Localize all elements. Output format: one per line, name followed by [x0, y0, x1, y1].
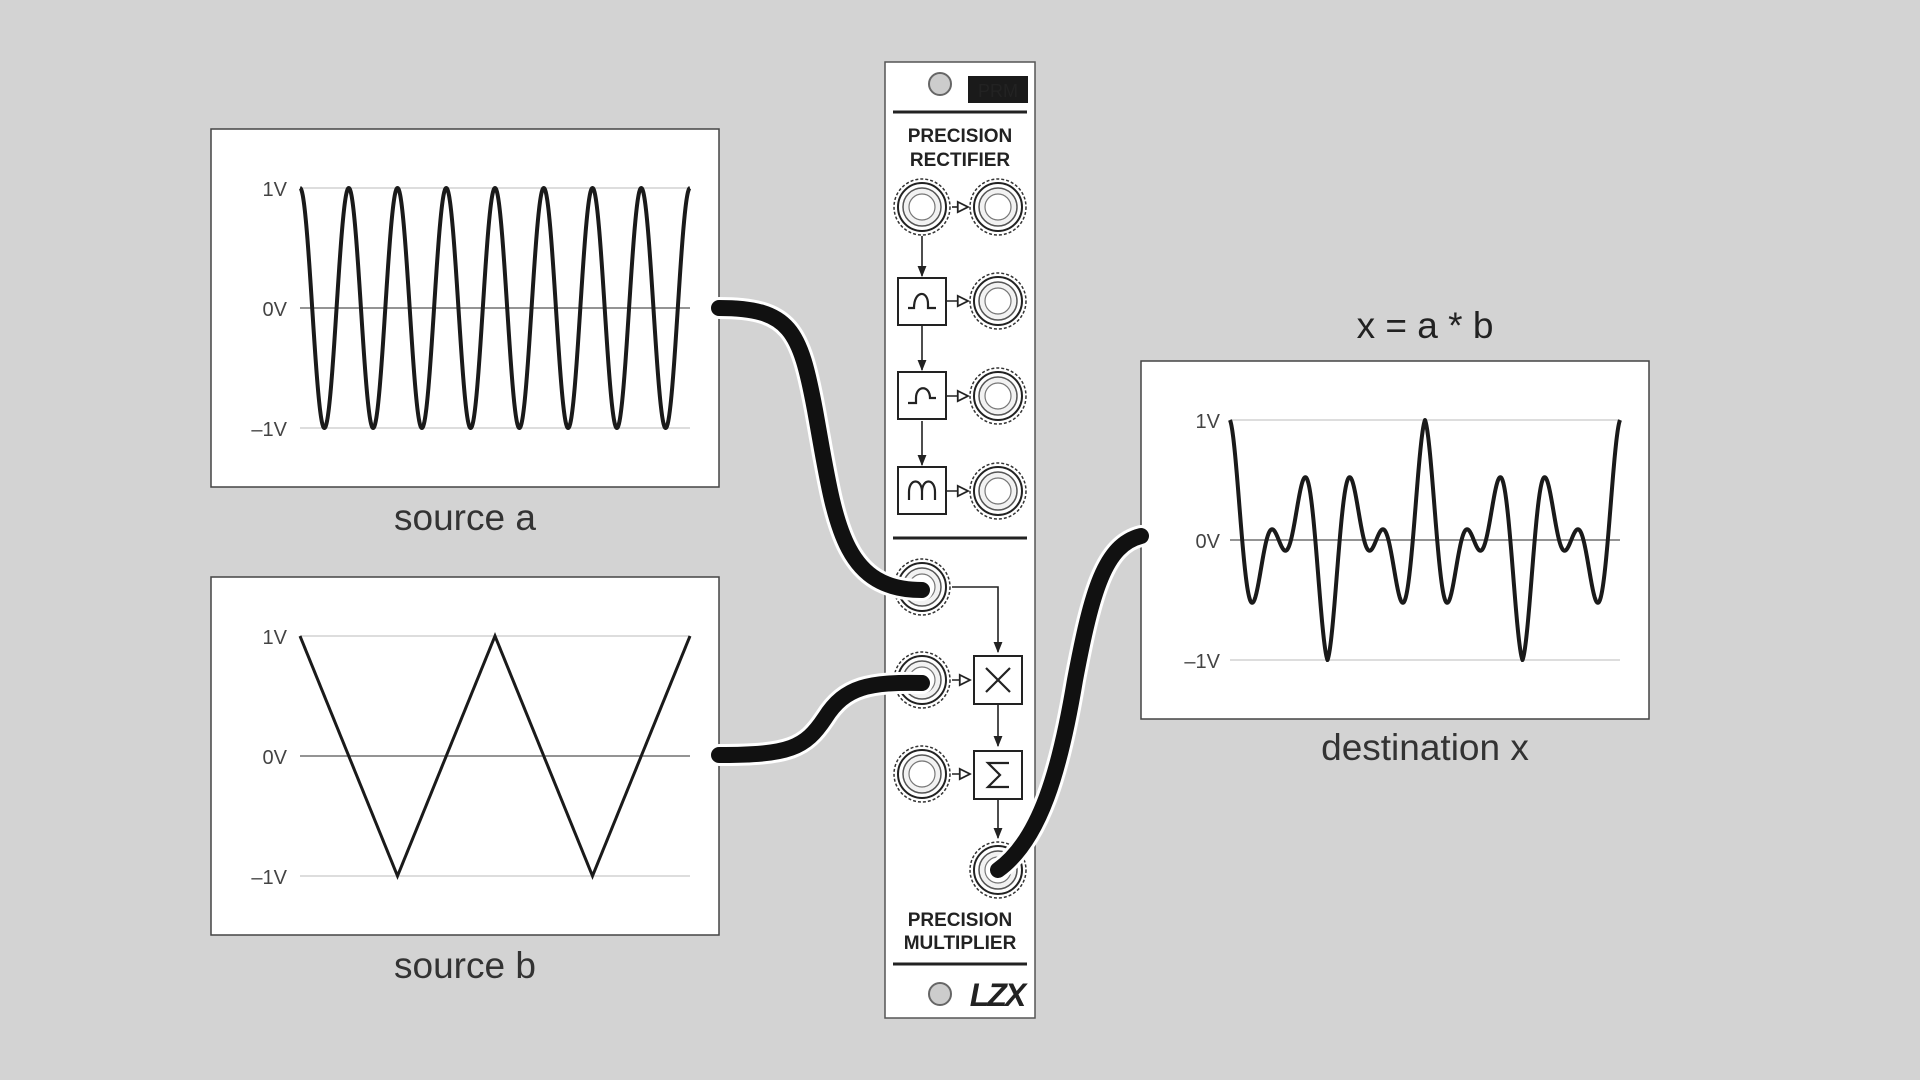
jack-sum-input[interactable]	[893, 745, 951, 803]
tick-label-0v: 0V	[263, 747, 288, 769]
lzx-logo: LZX	[970, 977, 1030, 1013]
jack-half-wave-negative-output[interactable]	[969, 367, 1027, 425]
sigma-icon	[973, 750, 1023, 800]
jack-half-wave-positive-output[interactable]	[969, 272, 1027, 330]
multiply-icon	[973, 655, 1023, 705]
scope-source-a: 1V 0V –1V	[210, 128, 720, 488]
module-badge-text: PRM	[978, 81, 1018, 101]
scope-source-b: 1V 0V –1V	[210, 576, 720, 936]
caption-destination-x: destination x	[1321, 727, 1529, 768]
screw-bottom	[928, 982, 952, 1006]
half-wave-positive-icon	[897, 277, 947, 326]
multiplier-title-line-1: PRECISION	[908, 910, 1013, 931]
jack-rectifier-input[interactable]	[893, 178, 951, 236]
tick-label-1v: 1V	[1196, 411, 1221, 433]
tick-label-minus-1v: –1V	[251, 419, 287, 441]
screw-top	[928, 72, 952, 96]
tick-label-0v: 0V	[1196, 531, 1221, 553]
rectifier-title-line-1: PRECISION	[908, 126, 1013, 147]
tick-label-minus-1v: –1V	[251, 867, 287, 889]
caption-source-b: source b	[394, 945, 536, 986]
tick-label-minus-1v: –1V	[1184, 651, 1220, 673]
formula-label: x = a * b	[1357, 305, 1494, 346]
patch-diagram: 1V 0V –1V source a 1V 0V –1V source b x …	[210, 61, 1650, 1019]
jack-full-wave-output[interactable]	[969, 462, 1027, 520]
multiplier-title-line-2: MULTIPLIER	[904, 933, 1017, 954]
svg-text:LZX: LZX	[970, 977, 1028, 1013]
rectifier-title-line-2: RECTIFIER	[910, 150, 1011, 171]
tick-label-0v: 0V	[263, 299, 288, 321]
scope-destination-x: 1V 0V –1V	[1140, 360, 1650, 720]
jack-rectifier-output[interactable]	[969, 178, 1027, 236]
tick-label-1v: 1V	[263, 179, 288, 201]
half-wave-negative-icon	[897, 371, 947, 420]
caption-source-a: source a	[394, 497, 536, 538]
tick-label-1v: 1V	[263, 627, 288, 649]
full-wave-icon	[897, 466, 947, 515]
